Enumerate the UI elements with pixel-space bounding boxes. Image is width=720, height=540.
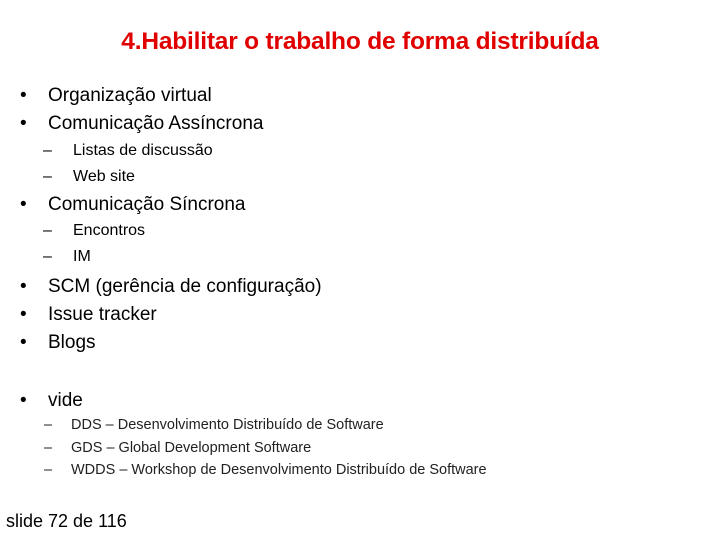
dash-icon: – <box>44 462 53 478</box>
reference-text: GDS – Global Development Software <box>71 440 312 456</box>
bullet-text: Issue tracker <box>48 304 157 325</box>
bullet-icon: • <box>20 390 27 411</box>
bullet-icon: • <box>20 332 27 353</box>
dash-icon: – <box>44 440 53 456</box>
sub-bullet-text: Encontros <box>73 222 146 239</box>
slide-title: 4.Habilitar o trabalho de forma distribu… <box>121 28 599 55</box>
bullet-icon: • <box>20 113 27 134</box>
dash-icon: – <box>43 142 52 159</box>
bullet-text: Blogs <box>48 332 96 353</box>
sub-bullet-text: Listas de discussão <box>73 142 213 159</box>
sub-bullet-text: Web site <box>73 168 135 185</box>
bullet-text: Organização virtual <box>48 85 212 106</box>
bullet-icon: • <box>20 85 27 106</box>
slide-counter: slide 72 de 116 <box>6 511 127 531</box>
dash-icon: – <box>43 222 52 239</box>
bullet-icon: • <box>20 304 27 325</box>
bullet-text: Comunicação Assíncrona <box>48 113 264 134</box>
dash-icon: – <box>44 417 53 433</box>
dash-icon: – <box>43 248 52 265</box>
sub-bullet-text: IM <box>73 248 91 265</box>
bullet-text: SCM (gerência de configuração) <box>48 276 322 297</box>
bullet-text: vide <box>48 390 83 411</box>
reference-text: WDDS – Workshop de Desenvolvimento Distr… <box>71 462 487 478</box>
bullet-icon: • <box>20 276 27 297</box>
bullet-icon: • <box>20 194 27 215</box>
dash-icon: – <box>43 168 52 185</box>
reference-text: DDS – Desenvolvimento Distribuído de Sof… <box>71 417 384 433</box>
bullet-text: Comunicação Síncrona <box>48 194 246 215</box>
